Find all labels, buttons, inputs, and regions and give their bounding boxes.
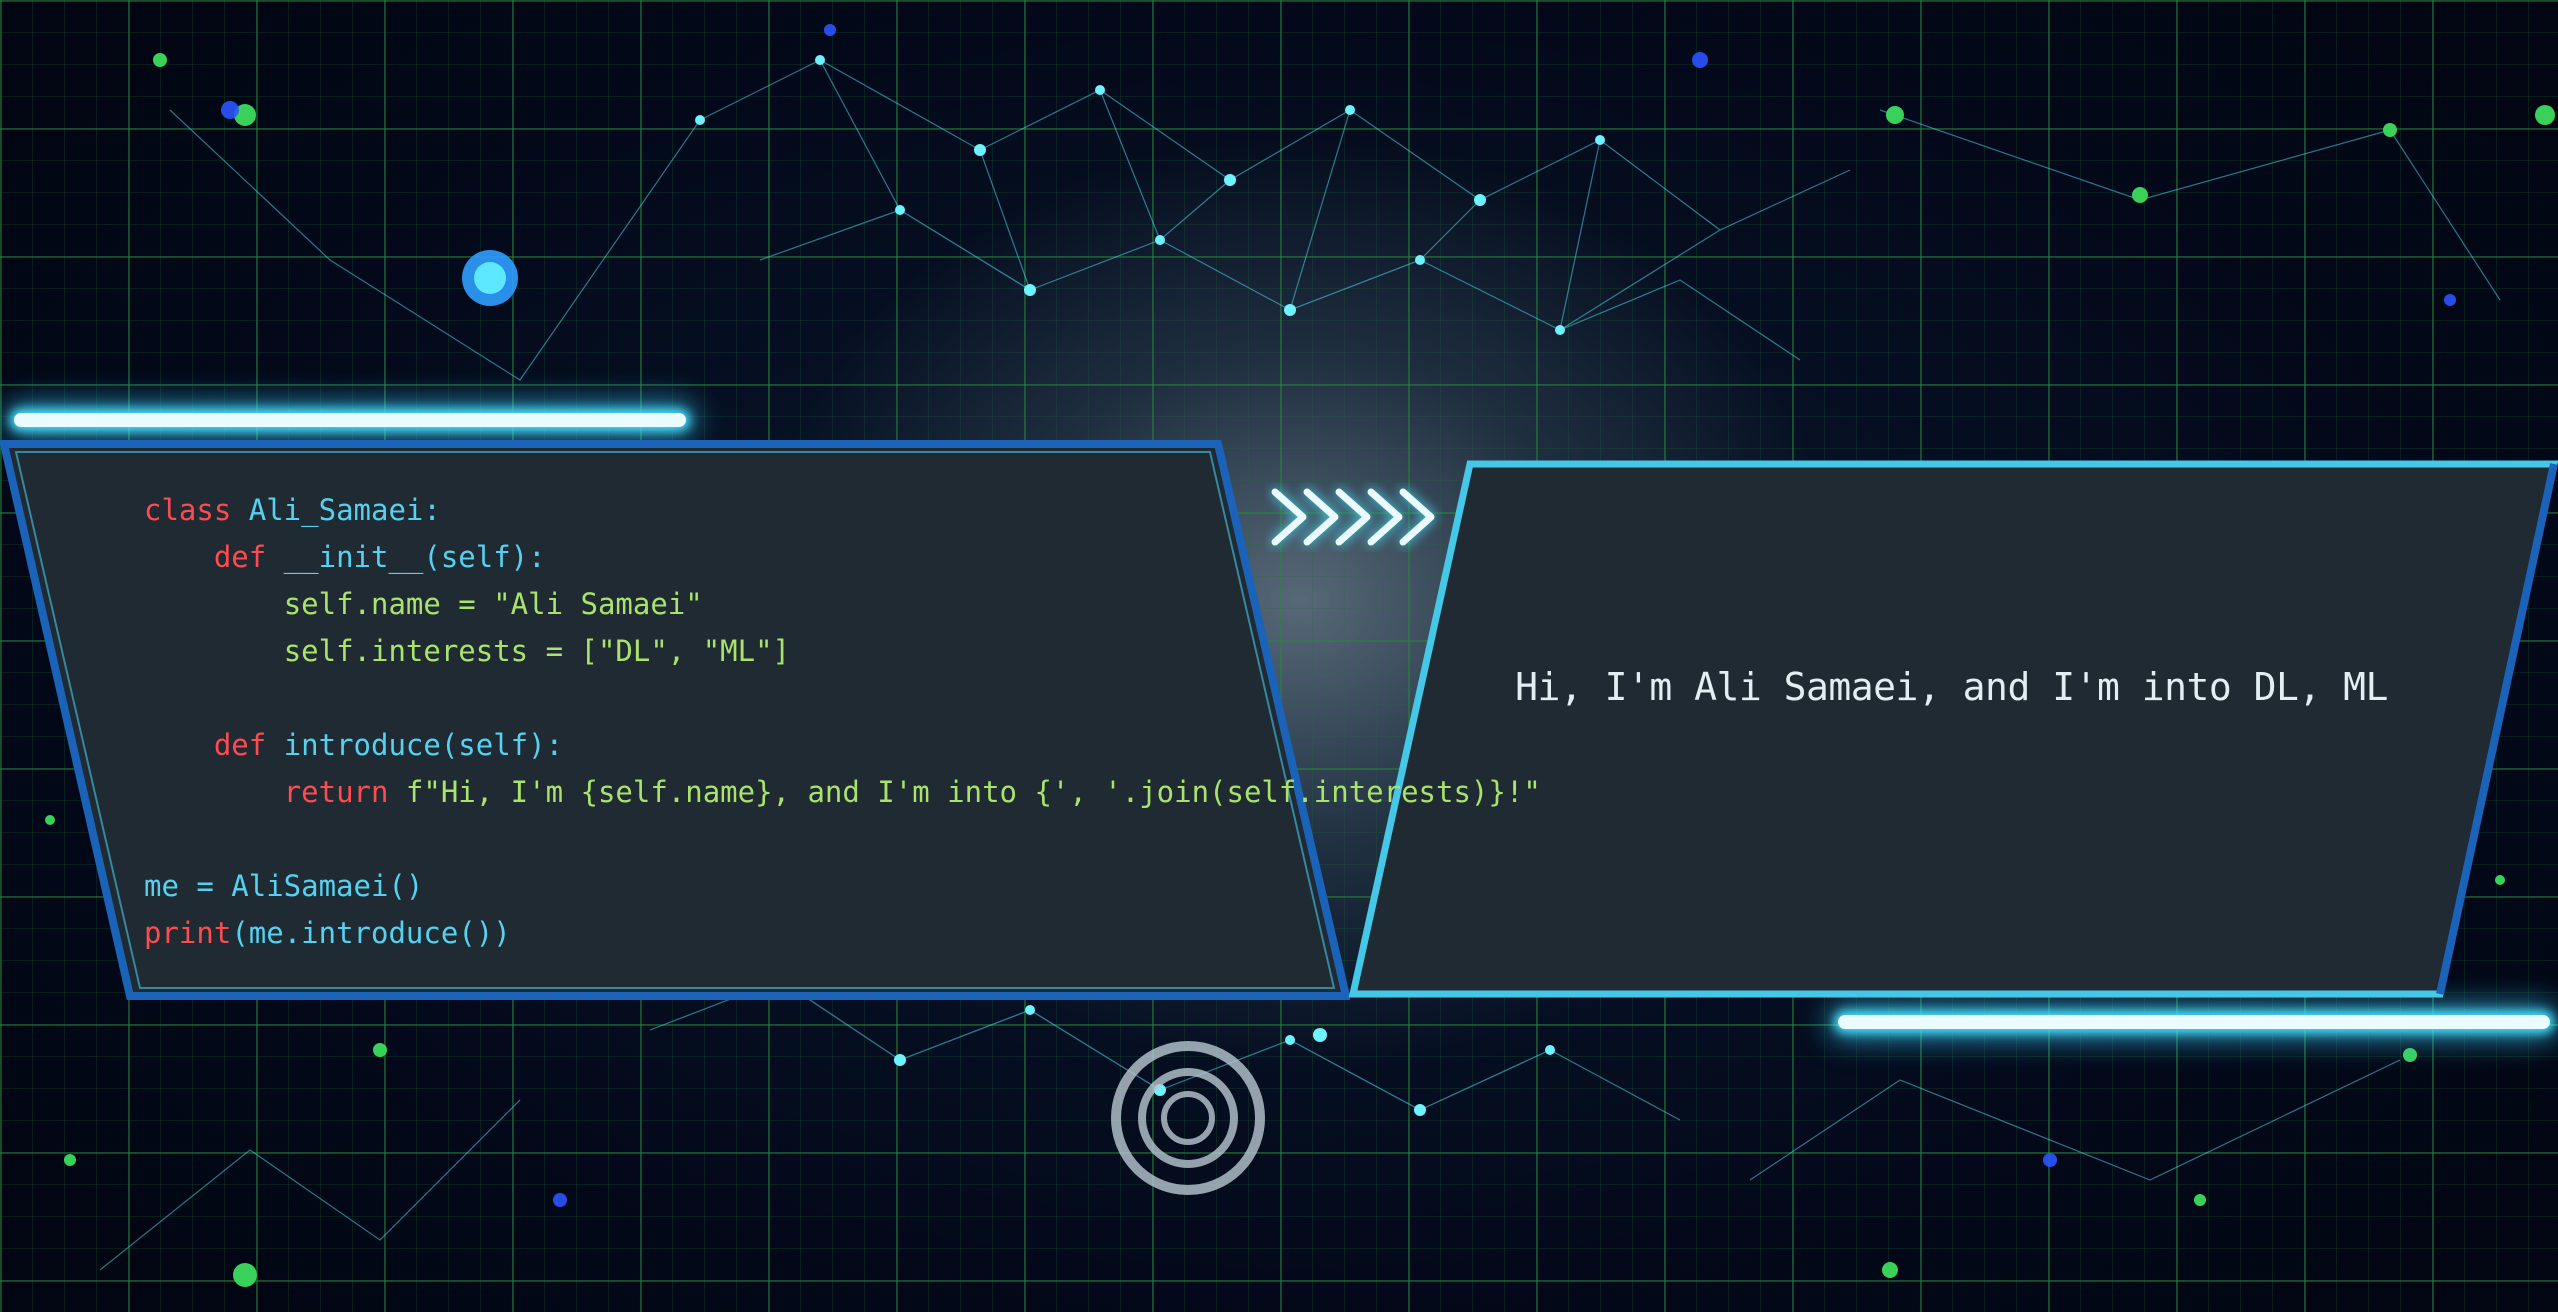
code-line: print(me.introduce())	[144, 910, 1541, 957]
code-token: def	[213, 728, 284, 762]
code-token: (me.introduce())	[231, 916, 511, 950]
code-line: def introduce(self):	[144, 722, 1541, 769]
code-listing: class Ali_Samaei: def __init__(self): se…	[144, 487, 1541, 957]
code-line: class Ali_Samaei:	[144, 487, 1541, 534]
code-line: me = AliSamaei()	[144, 863, 1541, 910]
code-line: def __init__(self):	[144, 534, 1541, 581]
code-line: self.name = "Ali Samaei"	[144, 581, 1541, 628]
code-line: self.interests = ["DL", "ML"]	[144, 628, 1541, 675]
code-token: me = AliSamaei()	[144, 869, 424, 903]
code-token: class	[144, 493, 249, 527]
code-token: __init__(self):	[283, 540, 546, 574]
code-token: self.name = "Ali Samaei"	[283, 587, 703, 621]
code-line: return f"Hi, I'm {self.name}, and I'm in…	[144, 769, 1541, 816]
banner-canvas: class Ali_Samaei: def __init__(self): se…	[0, 0, 2558, 1312]
code-token: f"Hi, I'm {self.name}, and I'm into {', …	[405, 775, 1541, 809]
code-token: def	[213, 540, 284, 574]
glow-bar-bottom-right	[1838, 1015, 2550, 1029]
code-token: Ali_Samaei:	[248, 493, 441, 527]
code-token: print	[144, 916, 232, 950]
glow-bar-top-left	[14, 413, 686, 427]
code-token: self.interests = ["DL", "ML"]	[283, 634, 791, 668]
code-token: return	[283, 775, 406, 809]
output-text: Hi, I'm Ali Samaei, and I'm into DL, ML	[1515, 665, 2388, 709]
code-token: introduce(self):	[283, 728, 564, 762]
